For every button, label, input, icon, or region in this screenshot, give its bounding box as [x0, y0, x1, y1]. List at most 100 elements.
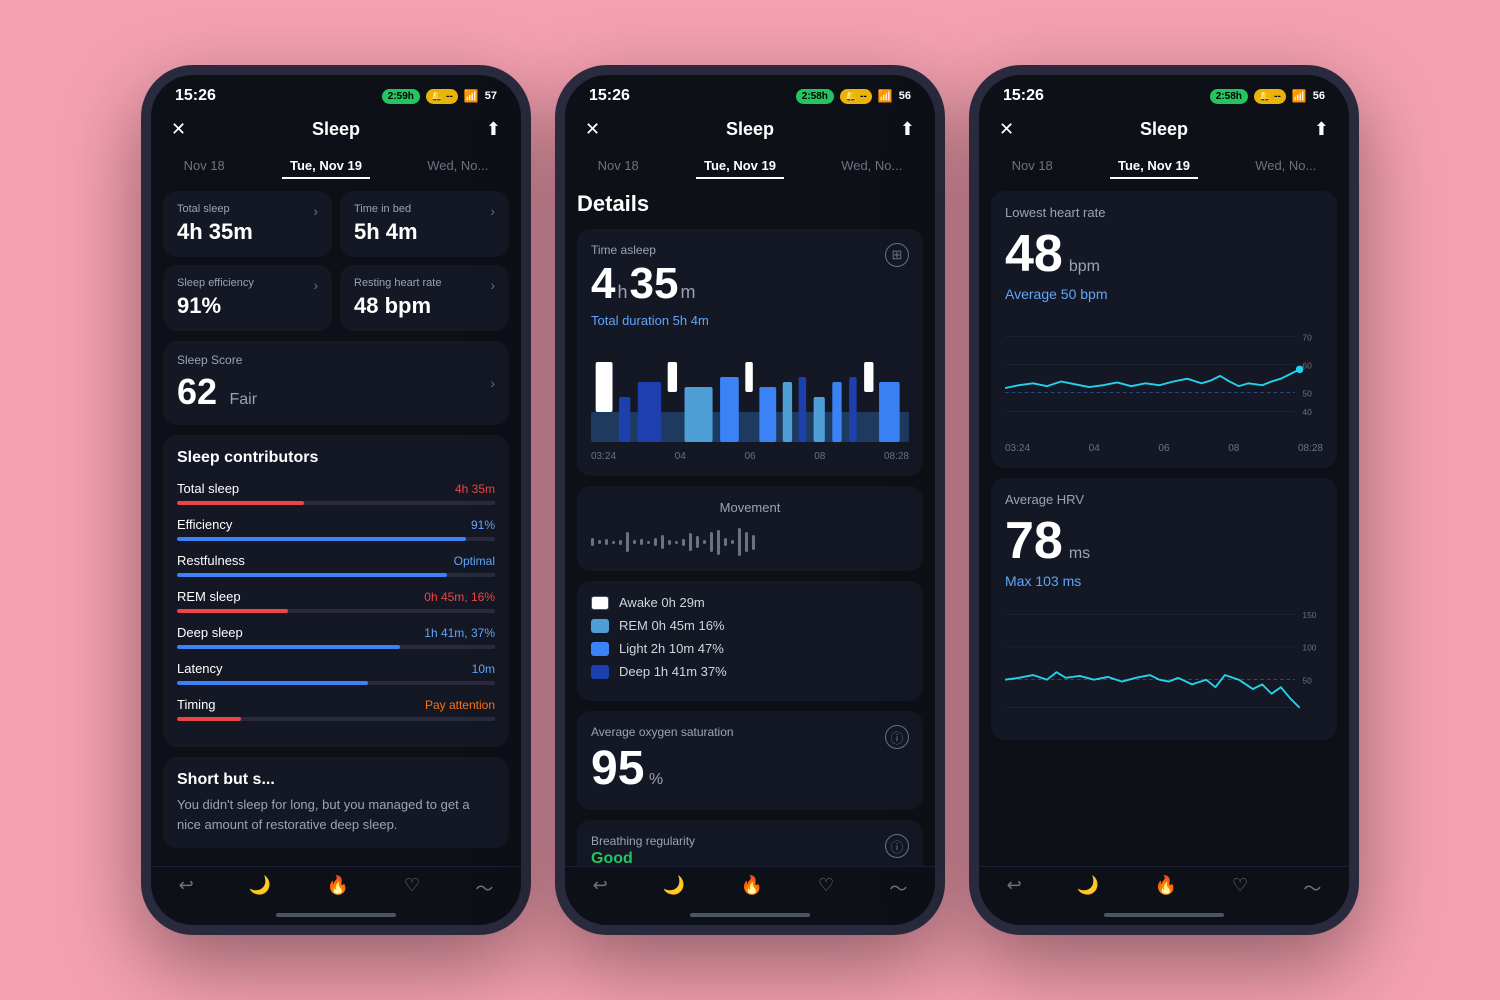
date-current-2[interactable]: Tue, Nov 19	[696, 154, 784, 179]
breathing-label: Breathing regularity	[591, 834, 695, 848]
time-3: 15:26	[1003, 87, 1044, 105]
nav-icon-hrv-3[interactable]: 〜	[1303, 875, 1321, 901]
stat-label-2: Sleep efficiency	[177, 277, 254, 289]
contributor-name-0: Total sleep	[177, 481, 239, 496]
total-duration: Total duration 5h 4m	[591, 313, 709, 328]
stat-label-0: Total sleep	[177, 203, 253, 215]
score-desc: Fair	[230, 391, 258, 408]
breathing-card: Breathing regularity Good ⓘ	[577, 820, 923, 866]
svg-text:40: 40	[1302, 407, 1312, 417]
stat-card-rhr[interactable]: Resting heart rate 48 bpm ›	[340, 265, 509, 331]
contributor-latency: Latency 10m	[177, 661, 495, 685]
legend-light: Light 2h 10m 47%	[591, 641, 909, 656]
contributors-title: Sleep contributors	[177, 449, 495, 467]
time-h-unit: h	[617, 282, 627, 303]
date-next-3[interactable]: Wed, No...	[1247, 154, 1324, 179]
share-button-1[interactable]: ⬆	[486, 119, 501, 140]
legend-rem: REM 0h 45m 16%	[591, 618, 909, 633]
nav-icon-heart-2[interactable]: ♡	[818, 875, 834, 901]
time-asleep-h: 4	[591, 259, 615, 309]
duration-badge-3: 2:58h	[1210, 89, 1248, 104]
close-button-2[interactable]: ✕	[585, 119, 600, 140]
wifi-icon-3: 📶	[1292, 89, 1307, 103]
duration-badge-1: 2:59h	[382, 89, 420, 104]
nav-icon-activity-2[interactable]: ↩	[593, 875, 608, 901]
expand-icon[interactable]: ⊞	[885, 243, 909, 267]
wifi-icon-2: 📶	[878, 89, 893, 103]
date-current-1[interactable]: Tue, Nov 19	[282, 154, 370, 179]
time-m-unit: m	[680, 282, 695, 303]
chevron-icon-1: ›	[490, 203, 495, 219]
contributor-total-sleep: Total sleep 4h 35m	[177, 481, 495, 505]
nav-icon-calories[interactable]: 🔥	[326, 875, 348, 901]
nav-icon-sleep-3[interactable]: 🌙	[1077, 875, 1099, 901]
share-button-2[interactable]: ⬆	[900, 119, 915, 140]
date-prev-2[interactable]: Nov 18	[590, 154, 647, 179]
legend-awake: Awake 0h 29m	[591, 595, 909, 610]
movement-title: Movement	[591, 500, 909, 515]
hrv-label: Average HRV	[1005, 492, 1323, 507]
hr-avg: Average 50 bpm	[1005, 286, 1323, 302]
nav-title-3: Sleep	[1140, 119, 1188, 140]
stat-label-3: Resting heart rate	[354, 277, 441, 289]
battery-1: 57	[485, 90, 497, 102]
time-2: 15:26	[589, 87, 630, 105]
stat-card-time-bed[interactable]: Time in bed 5h 4m ›	[340, 191, 509, 257]
nav-icon-calories-2[interactable]: 🔥	[740, 875, 762, 901]
oxygen-info-icon[interactable]: ⓘ	[885, 725, 909, 749]
nav-header-2: ✕ Sleep ⬆	[565, 111, 935, 148]
hr-chart-times: 03:24 04 06 08 08:28	[1005, 443, 1323, 454]
home-bar-3	[1104, 913, 1224, 917]
battery-badge-3: 🔔 --	[1254, 89, 1286, 104]
oxygen-card: Average oxygen saturation 95 % ⓘ	[577, 711, 923, 810]
stat-value-3: 48 bpm	[354, 293, 441, 319]
nav-header-3: ✕ Sleep ⬆	[979, 111, 1349, 148]
hrv-max: Max 103 ms	[1005, 573, 1323, 589]
nav-icon-sleep-2[interactable]: 🌙	[663, 875, 685, 901]
date-next-1[interactable]: Wed, No...	[419, 154, 496, 179]
date-prev-3[interactable]: Nov 18	[1004, 154, 1061, 179]
details-title: Details	[577, 191, 923, 217]
score-section[interactable]: Sleep Score 62 Fair ›	[163, 341, 509, 425]
close-button-1[interactable]: ✕	[171, 119, 186, 140]
score-label: Sleep Score	[177, 353, 257, 367]
date-prev-1[interactable]: Nov 18	[176, 154, 233, 179]
hr-unit: bpm	[1069, 258, 1100, 276]
legend-deep: Deep 1h 41m 37%	[591, 664, 909, 679]
chart-times: 03:24 04 06 08 08:28	[591, 451, 909, 462]
home-indicator-2	[565, 905, 935, 925]
nav-icon-activity-3[interactable]: ↩	[1007, 875, 1022, 901]
nav-icon-activity[interactable]: ↩	[179, 875, 194, 901]
contributor-efficiency: Efficiency 91%	[177, 517, 495, 541]
contributor-name-6: Timing	[177, 697, 216, 712]
stat-card-efficiency[interactable]: Sleep efficiency 91% ›	[163, 265, 332, 331]
home-bar-2	[690, 913, 810, 917]
date-next-2[interactable]: Wed, No...	[833, 154, 910, 179]
contributor-name-5: Latency	[177, 661, 223, 676]
bottom-nav-3: ↩ 🌙 🔥 ♡ 〜	[979, 866, 1349, 905]
nav-icon-hrv-2[interactable]: 〜	[889, 875, 907, 901]
nav-icon-hrv[interactable]: 〜	[475, 875, 493, 901]
nav-icon-heart[interactable]: ♡	[404, 875, 420, 901]
date-nav-2: Nov 18 Tue, Nov 19 Wed, No...	[565, 148, 935, 179]
nav-icon-calories-3[interactable]: 🔥	[1154, 875, 1176, 901]
contributor-value-6: Pay attention	[425, 698, 495, 712]
home-indicator-3	[979, 905, 1349, 925]
nav-title-1: Sleep	[312, 119, 360, 140]
nav-icon-heart-3[interactable]: ♡	[1232, 875, 1248, 901]
contributor-value-0: 4h 35m	[455, 482, 495, 496]
stat-card-total-sleep[interactable]: Total sleep 4h 35m ›	[163, 191, 332, 257]
legend-text-deep: Deep 1h 41m 37%	[619, 664, 727, 679]
phone-3-content: Lowest heart rate 48 bpm Average 50 bpm	[979, 179, 1349, 866]
nav-icon-sleep[interactable]: 🌙	[249, 875, 271, 901]
breathing-info-icon[interactable]: ⓘ	[885, 834, 909, 858]
duration-badge-2: 2:58h	[796, 89, 834, 104]
date-current-3[interactable]: Tue, Nov 19	[1110, 154, 1198, 179]
home-indicator-1	[151, 905, 521, 925]
share-button-3[interactable]: ⬆	[1314, 119, 1329, 140]
close-button-3[interactable]: ✕	[999, 119, 1014, 140]
phone-2-content: Details Time asleep 4 h 35 m Total durat…	[565, 179, 935, 866]
svg-text:50: 50	[1302, 388, 1312, 398]
svg-text:50: 50	[1302, 675, 1312, 685]
contributor-restfulness: Restfulness Optimal	[177, 553, 495, 577]
